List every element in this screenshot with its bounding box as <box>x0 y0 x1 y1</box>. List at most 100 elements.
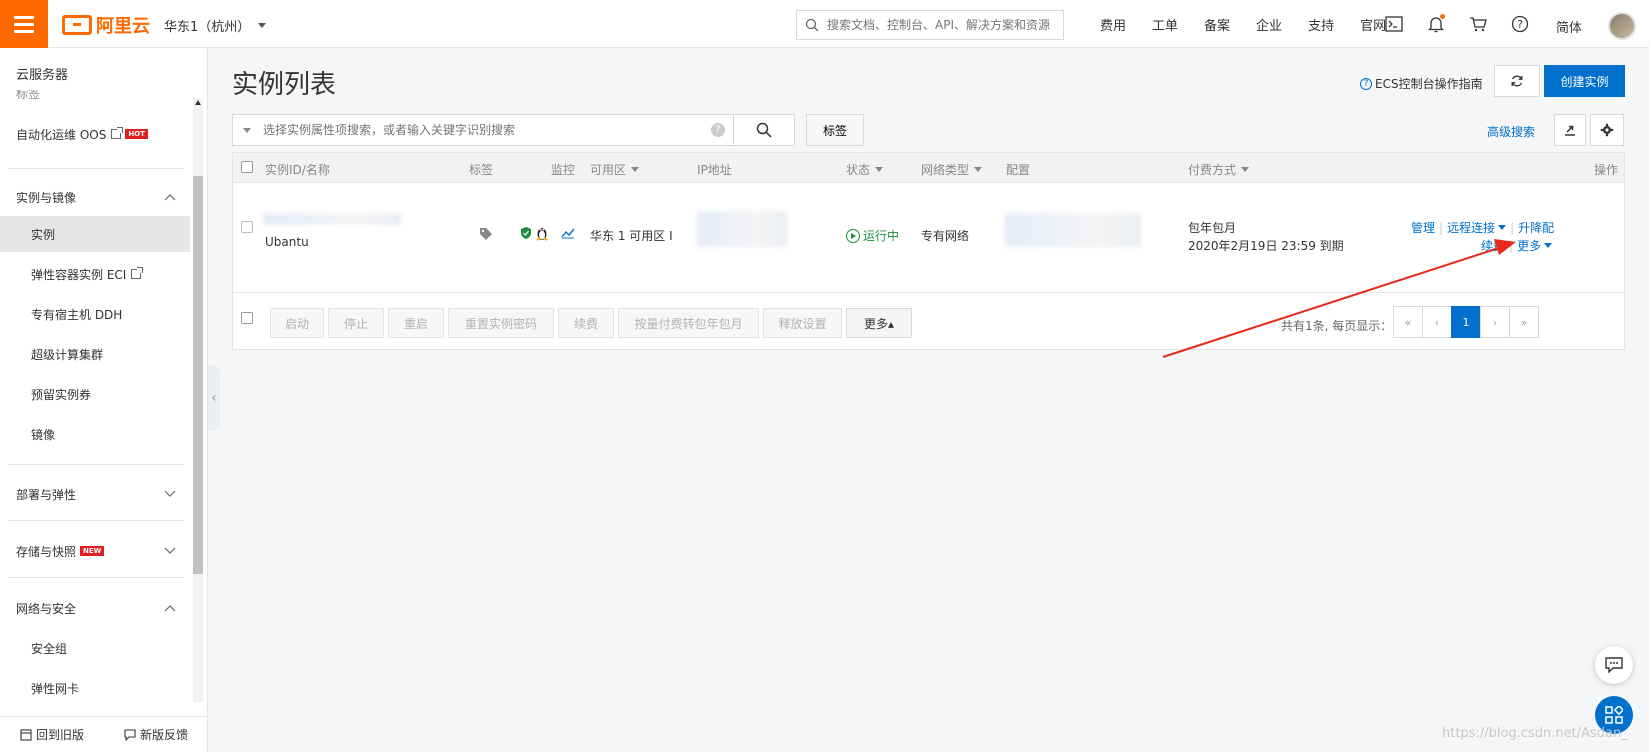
tag-icon[interactable] <box>479 227 493 244</box>
sidebar-item-label: 实例 <box>31 227 56 242</box>
monitor-chart-icon[interactable] <box>561 227 575 242</box>
th-instance-id: 实例ID/名称 <box>265 163 330 177</box>
remote-connect-link[interactable]: 远程连接 <box>1447 219 1507 236</box>
chat-button[interactable] <box>1595 646 1633 684</box>
language-switch[interactable]: 简体 <box>1556 17 1582 36</box>
table-header: 实例ID/名称 标签 监控 可用区 IP地址 状态 网络类型 配置 付费方式 操… <box>233 153 1624 183</box>
sidebar-collapse-toggle[interactable]: ‹ <box>208 365 220 431</box>
th-config: 配置 <box>1006 163 1031 177</box>
nav-support[interactable]: 支持 <box>1295 15 1347 34</box>
row-ops-line1: 管理 | 远程连接 | 升降配 <box>1411 219 1554 236</box>
instance-filter-input[interactable] <box>263 123 703 137</box>
nav-tickets[interactable]: 工单 <box>1139 15 1191 34</box>
sidebar-item-tags-partial[interactable]: 标签 <box>0 90 190 104</box>
renew-link[interactable]: 续费 <box>1481 237 1505 254</box>
prev-page-button[interactable]: ‹ <box>1422 306 1452 338</box>
bell-icon[interactable] <box>1426 14 1446 34</box>
sidebar-group-instances[interactable]: 实例与镜像 <box>0 179 190 215</box>
create-instance-button[interactable]: 创建实例 <box>1544 65 1625 97</box>
user-avatar[interactable] <box>1608 12 1636 40</box>
instance-search-button[interactable] <box>733 114 795 146</box>
nav-billing[interactable]: 费用 <box>1087 15 1139 34</box>
stop-button[interactable]: 停止 <box>328 308 384 338</box>
sidebar-item-scc[interactable]: 超级计算集群 <box>0 336 190 372</box>
nav-enterprise[interactable]: 企业 <box>1243 15 1295 34</box>
total-text: 共有1条, 每页显示： <box>1281 318 1393 333</box>
th-status[interactable]: 状态 <box>846 161 884 178</box>
footer-select-all-checkbox[interactable] <box>241 312 253 327</box>
restart-button[interactable]: 重启 <box>388 308 444 338</box>
global-search[interactable] <box>796 10 1064 40</box>
row-checkbox[interactable] <box>241 221 253 236</box>
sidebar-group-deploy[interactable]: 部署与弹性 <box>0 476 190 512</box>
sidebar-divider <box>8 520 184 521</box>
help-icon[interactable]: ? <box>1510 14 1530 34</box>
convert-billing-button[interactable]: 按量付费转包年包月 <box>618 308 759 338</box>
filter-help-icon[interactable]: ? <box>711 123 725 137</box>
release-settings-button[interactable]: 释放设置 <box>763 308 842 338</box>
watermark-text: https://blog.csdn.net/Asdan_ <box>1442 726 1628 741</box>
sidebar-item-eci[interactable]: 弹性容器实例 ECI <box>0 256 190 292</box>
menu-icon[interactable] <box>0 0 48 48</box>
instance-filter[interactable]: ? <box>232 114 734 146</box>
caret-down-icon <box>974 167 983 172</box>
feedback-link[interactable]: 新版反馈 <box>124 726 188 743</box>
th-billing[interactable]: 付费方式 <box>1188 161 1250 178</box>
sidebar-item-instances[interactable]: 实例 <box>0 216 190 252</box>
th-network-label: 网络类型 <box>921 163 970 177</box>
renew-button[interactable]: 续费 <box>558 308 614 338</box>
sidebar-group-network[interactable]: 网络与安全 <box>0 590 190 626</box>
start-button[interactable]: 启动 <box>270 308 324 338</box>
next-page-button[interactable]: › <box>1480 306 1510 338</box>
sidebar-item-eni[interactable]: 弹性网卡 <box>0 670 190 706</box>
sidebar-item-ddh[interactable]: 专有宿主机 DDH <box>0 296 190 332</box>
first-page-button[interactable]: « <box>1393 306 1423 338</box>
manage-link[interactable]: 管理 <box>1411 219 1435 236</box>
scroll-up-icon[interactable] <box>195 100 201 105</box>
export-button[interactable] <box>1554 114 1586 146</box>
sidebar-item-oos[interactable]: 自动化运维 OOS HOT <box>0 120 190 148</box>
apps-grid-icon <box>1605 706 1623 724</box>
window-icon <box>20 728 32 741</box>
sidebar-group-label: 实例与镜像 <box>16 190 77 205</box>
reset-password-button[interactable]: 重置实例密码 <box>448 308 554 338</box>
back-to-old-version[interactable]: 回到旧版 <box>20 726 84 743</box>
sidebar-item-images[interactable]: 镜像 <box>0 416 190 452</box>
global-search-input[interactable] <box>827 18 1055 32</box>
refresh-button[interactable] <box>1494 65 1540 97</box>
nav-icp[interactable]: 备案 <box>1191 15 1243 34</box>
th-network[interactable]: 网络类型 <box>921 161 983 178</box>
aliyun-logo[interactable]: 阿里云 <box>62 12 150 38</box>
sidebar-scrollbar-thumb[interactable] <box>193 176 203 574</box>
terminal-icon[interactable] <box>1384 14 1404 34</box>
tag-filter-button[interactable]: 标签 <box>806 114 864 146</box>
sidebar-item-label: 自动化运维 OOS <box>16 127 107 142</box>
instance-id-redacted[interactable] <box>263 213 401 225</box>
upgrade-link[interactable]: 升降配 <box>1518 219 1554 236</box>
chevron-up-icon <box>164 605 176 612</box>
filter-caret-icon[interactable] <box>243 127 251 133</box>
sidebar-item-security-group[interactable]: 安全组 <box>0 630 190 666</box>
th-zone[interactable]: 可用区 <box>590 161 640 178</box>
cart-icon[interactable] <box>1468 14 1488 34</box>
console-guide-link[interactable]: ? ECS控制台操作指南 <box>1360 75 1483 92</box>
checkbox[interactable] <box>241 161 253 173</box>
sidebar-item-reserved[interactable]: 预留实例券 <box>0 376 190 412</box>
th-zone-label: 可用区 <box>590 163 627 177</box>
select-all-checkbox[interactable] <box>241 161 253 173</box>
page-number-button[interactable]: 1 <box>1451 306 1481 338</box>
last-page-button[interactable]: » <box>1509 306 1539 338</box>
zone-value: 华东 1 可用区 I <box>590 229 673 243</box>
sidebar-item-label: 专有宿主机 DDH <box>31 307 123 322</box>
region-selector[interactable]: 华东1（杭州） <box>164 16 267 35</box>
sidebar-item-label: 镜像 <box>31 427 56 442</box>
more-ops-link[interactable]: 更多 <box>1517 237 1553 254</box>
checkbox[interactable] <box>241 221 253 233</box>
advanced-search-link[interactable]: 高级搜索 <box>1487 123 1535 140</box>
status-label: 运行中 <box>863 229 900 243</box>
column-settings-button[interactable] <box>1590 114 1624 146</box>
checkbox[interactable] <box>241 312 253 324</box>
sidebar-divider <box>8 577 184 578</box>
sidebar-group-storage[interactable]: 存储与快照 NEW <box>0 533 190 569</box>
more-actions-button[interactable]: 更多▴ <box>846 308 912 338</box>
